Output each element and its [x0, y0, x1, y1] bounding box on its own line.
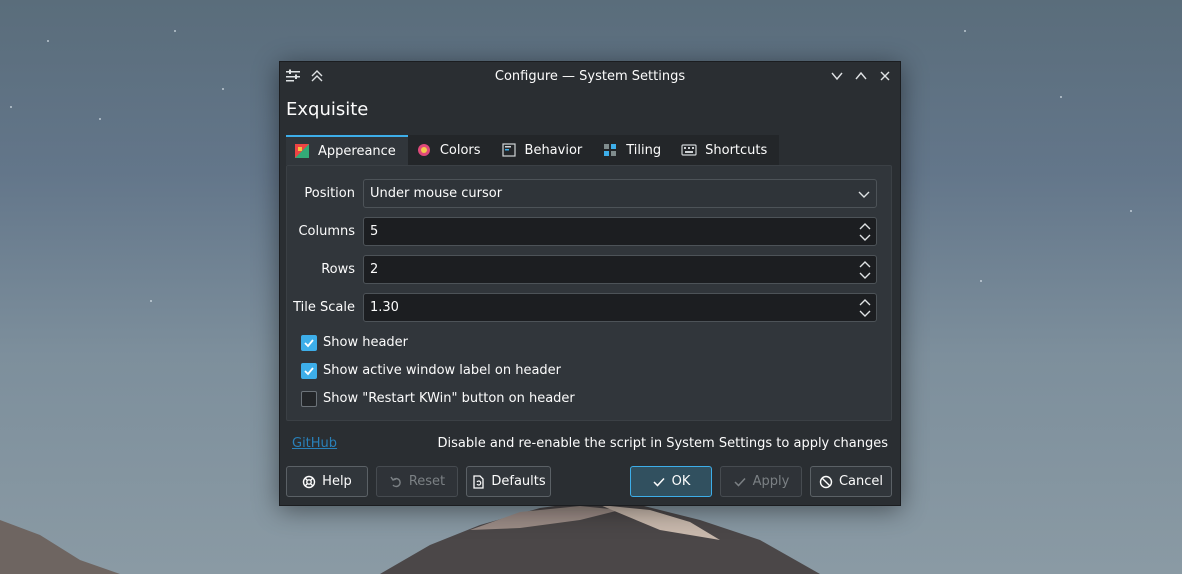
close-icon[interactable] — [876, 67, 894, 85]
tab-bar: Appereance Colors Behavior Tiling Shortc… — [286, 135, 780, 165]
columns-spinbox[interactable]: 5 — [363, 217, 877, 246]
tile-scale-label: Tile Scale — [293, 300, 355, 315]
help-button[interactable]: Help — [286, 466, 368, 497]
tab-shortcuts[interactable]: Shortcuts — [673, 135, 780, 165]
tab-tiling[interactable]: Tiling — [594, 135, 674, 165]
document-revert-icon — [471, 474, 485, 489]
appearance-icon — [294, 143, 310, 159]
cancel-icon — [819, 475, 833, 489]
spin-arrows-icon[interactable] — [858, 221, 872, 243]
position-combobox[interactable]: Under mouse cursor — [363, 179, 877, 208]
chevron-down-icon — [858, 191, 870, 198]
checkmark-icon — [733, 475, 747, 489]
columns-label: Columns — [298, 224, 355, 239]
window-title: Configure — System Settings — [494, 69, 686, 84]
position-value: Under mouse cursor — [370, 186, 503, 201]
show-header-checkbox[interactable]: Show header — [301, 335, 501, 353]
defaults-button[interactable]: Defaults — [466, 466, 551, 497]
minimize-icon[interactable] — [828, 67, 846, 85]
tab-label: Behavior — [524, 142, 583, 158]
reset-label: Reset — [408, 474, 446, 489]
checkbox-checked[interactable] — [301, 363, 317, 379]
ok-button[interactable]: OK — [630, 466, 712, 497]
tab-behavior[interactable]: Behavior — [492, 135, 595, 165]
tab-appearance[interactable]: Appereance — [286, 135, 408, 165]
tab-label: Tiling — [626, 142, 662, 158]
colors-icon — [416, 142, 432, 158]
maximize-icon[interactable] — [852, 67, 870, 85]
checkbox-label: Show active window label on header — [323, 363, 562, 378]
cancel-label: Cancel — [838, 474, 884, 489]
title-bar[interactable]: Configure — System Settings — [280, 62, 900, 90]
rows-row: Rows 2 — [287, 255, 891, 285]
tile-scale-value: 1.30 — [370, 300, 399, 315]
spin-arrows-icon[interactable] — [858, 297, 872, 319]
appearance-panel: Position Under mouse cursor Columns 5 Ro… — [286, 165, 892, 421]
show-restart-kwin-checkbox[interactable]: Show "Restart KWin" button on header — [301, 391, 575, 409]
reset-button[interactable]: Reset — [376, 466, 458, 497]
tab-label: Colors — [439, 142, 481, 158]
apply-changes-note: Disable and re-enable the script in Syst… — [437, 436, 888, 451]
tab-label: Shortcuts — [705, 142, 768, 158]
columns-row: Columns 5 — [287, 217, 891, 247]
tile-scale-row: Tile Scale 1.30 — [287, 293, 891, 323]
tab-colors[interactable]: Colors — [407, 135, 493, 165]
checkmark-icon — [652, 475, 666, 489]
rows-label: Rows — [321, 262, 355, 277]
checkmark-icon — [304, 339, 314, 348]
tile-scale-spinbox[interactable]: 1.30 — [363, 293, 877, 322]
apply-label: Apply — [752, 474, 790, 489]
rows-value: 2 — [370, 262, 379, 277]
page-title: Exquisite — [286, 99, 369, 120]
configure-dialog: Configure — System Settings Exquisite Ap… — [279, 61, 901, 506]
position-label: Position — [304, 186, 355, 201]
undo-icon — [389, 475, 403, 489]
cancel-button[interactable]: Cancel — [810, 466, 892, 497]
position-row: Position Under mouse cursor — [287, 179, 891, 209]
ok-label: OK — [671, 474, 691, 489]
rows-spinbox[interactable]: 2 — [363, 255, 877, 284]
shortcuts-icon — [681, 142, 697, 158]
checkmark-icon — [304, 367, 314, 376]
tab-label: Appereance — [318, 143, 396, 159]
defaults-label: Defaults — [491, 474, 546, 489]
checkbox-label: Show "Restart KWin" button on header — [323, 391, 575, 406]
show-active-window-label-checkbox[interactable]: Show active window label on header — [301, 363, 561, 381]
spin-arrows-icon[interactable] — [858, 259, 872, 281]
checkbox-checked[interactable] — [301, 335, 317, 351]
columns-value: 5 — [370, 224, 379, 239]
behavior-icon — [501, 142, 517, 158]
tiling-icon — [602, 142, 618, 158]
checkbox-label: Show header — [323, 335, 409, 350]
apply-button[interactable]: Apply — [720, 466, 802, 497]
github-link[interactable]: GitHub — [292, 436, 337, 451]
checkbox-unchecked[interactable] — [301, 391, 317, 407]
help-label: Help — [322, 474, 352, 489]
help-lifebuoy-icon — [302, 475, 316, 489]
